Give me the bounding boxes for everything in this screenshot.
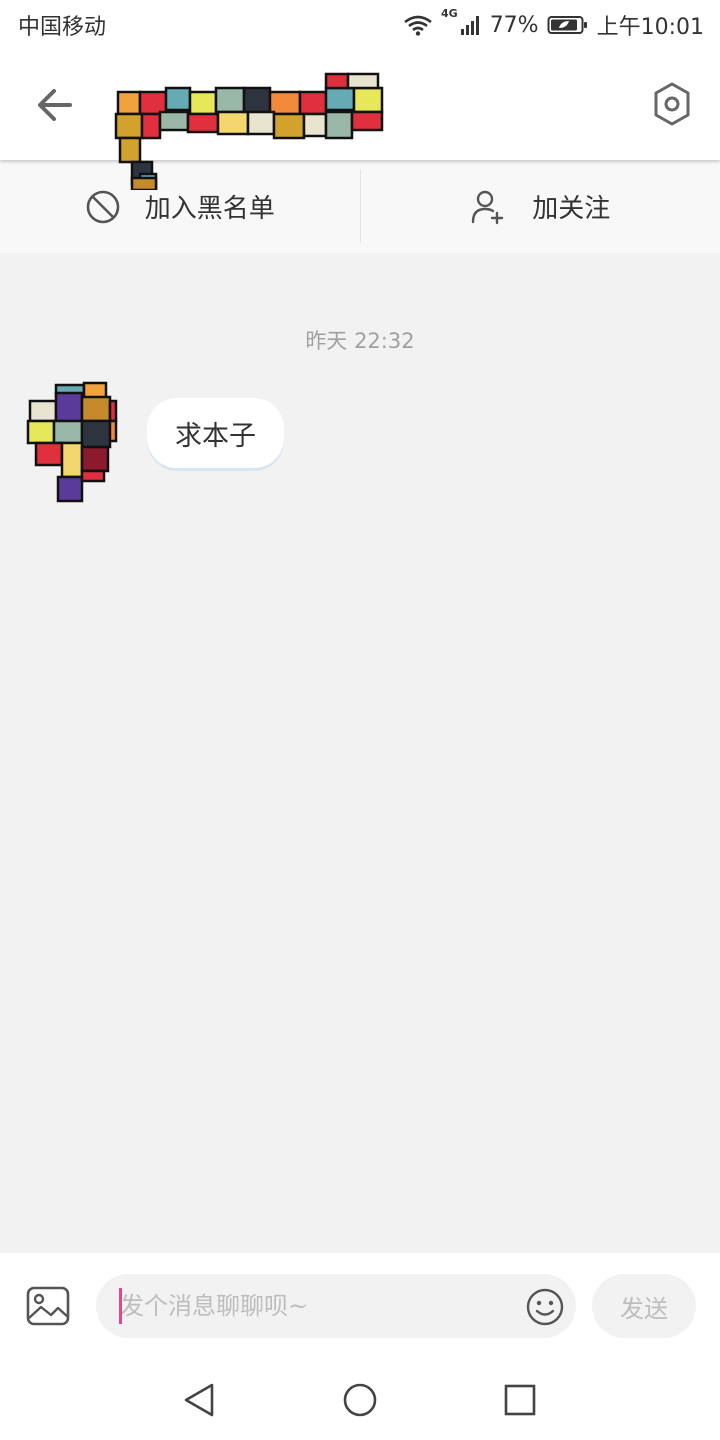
back-arrow-icon[interactable] (30, 82, 80, 128)
emoji-icon[interactable] (525, 1287, 565, 1327)
message-text: 求本子 (175, 420, 256, 452)
text-cursor (119, 1288, 122, 1324)
system-nav-bar (0, 1360, 720, 1440)
chat-area[interactable]: 昨天 22:32 求本子 (0, 253, 720, 1253)
blacklist-label: 加入黑名单 (144, 194, 275, 224)
redacted-username-mosaic (114, 72, 384, 190)
battery-percent: 77% (489, 12, 539, 38)
input-bar: 发送 (0, 1253, 720, 1360)
wifi-icon (404, 15, 432, 36)
settings-icon[interactable] (648, 78, 696, 130)
clock: 上午10:01 (596, 15, 704, 40)
nav-recents-icon[interactable] (500, 1380, 540, 1420)
block-icon (86, 190, 120, 223)
status-icons: 4G 77% 上午10:01 (403, 7, 704, 41)
send-button[interactable]: 发送 (592, 1274, 696, 1338)
signal-icon (460, 16, 479, 35)
follow-button[interactable]: 加关注 (361, 160, 720, 253)
message-timestamp: 昨天 22:32 (305, 329, 415, 353)
title-bar (0, 50, 720, 190)
status-bar: 中国移动 4G 77% 上午10:01 (0, 0, 720, 50)
nav-back-icon[interactable] (180, 1380, 220, 1420)
battery-icon (547, 16, 587, 34)
image-icon[interactable] (25, 1285, 71, 1327)
avatar[interactable] (24, 379, 120, 505)
add-user-icon (472, 190, 504, 224)
nav-home-icon[interactable] (340, 1380, 380, 1420)
network-type: 4G (441, 7, 458, 20)
message-bubble[interactable]: 求本子 (147, 398, 284, 468)
message-input[interactable] (96, 1274, 576, 1338)
follow-label: 加关注 (532, 194, 611, 224)
carrier-name: 中国移动 (18, 15, 107, 40)
